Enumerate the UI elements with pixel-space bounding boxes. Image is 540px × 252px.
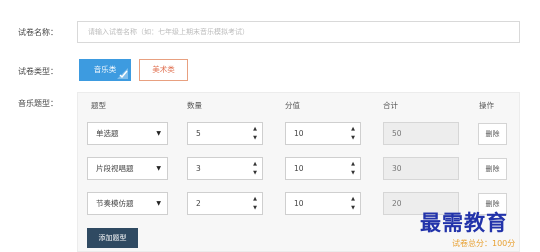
- quantity-stepper[interactable]: 5 ▲ ▼: [187, 122, 263, 145]
- question-type-select[interactable]: 片段视唱题 ▼: [87, 157, 168, 180]
- caret-down-icon: ▼: [156, 200, 161, 207]
- caret-down-icon: ▼: [156, 165, 161, 172]
- score-stepper[interactable]: 10 ▲ ▼: [285, 122, 361, 145]
- quantity-value: 3: [196, 164, 201, 173]
- question-type-value: 节奏模仿题: [96, 199, 134, 208]
- score-value: 10: [294, 164, 304, 173]
- header-action: 操作: [479, 101, 494, 110]
- stepper-arrows-icon[interactable]: ▲ ▼: [252, 196, 258, 211]
- music-question-label: 音乐题型：: [18, 99, 58, 108]
- stepper-arrows-icon[interactable]: ▲ ▼: [350, 126, 356, 141]
- row-total-field: 30: [383, 157, 459, 180]
- check-icon: [117, 68, 128, 79]
- score-stepper[interactable]: 10 ▲ ▼: [285, 157, 361, 180]
- row-total-field: 50: [383, 122, 459, 145]
- header-quantity: 数量: [187, 101, 202, 110]
- header-total: 合计: [383, 101, 398, 110]
- question-type-select[interactable]: 节奏模仿题 ▼: [87, 192, 168, 215]
- paper-name-label: 试卷名称：: [18, 28, 58, 37]
- question-type-select[interactable]: 单选题 ▼: [87, 122, 168, 145]
- type-music-button[interactable]: 音乐类: [79, 59, 131, 81]
- header-score: 分值: [285, 101, 300, 110]
- type-art-button[interactable]: 美术类: [139, 59, 188, 81]
- stepper-arrows-icon[interactable]: ▲ ▼: [252, 126, 258, 141]
- paper-name-input[interactable]: 请输入试卷名称（如：七年级上期末音乐模拟考试）: [77, 21, 520, 43]
- quantity-stepper[interactable]: 3 ▲ ▼: [187, 157, 263, 180]
- quantity-value: 5: [196, 129, 201, 138]
- type-music-label: 音乐类: [93, 65, 117, 74]
- delete-button[interactable]: 删除: [478, 158, 507, 180]
- stepper-arrows-icon[interactable]: ▲ ▼: [350, 161, 356, 176]
- paper-total-score: 试卷总分：100分: [452, 239, 516, 248]
- quantity-stepper[interactable]: 2 ▲ ▼: [187, 192, 263, 215]
- score-value: 10: [294, 199, 304, 208]
- score-value: 10: [294, 129, 304, 138]
- score-stepper[interactable]: 10 ▲ ▼: [285, 192, 361, 215]
- header-type: 题型: [91, 101, 106, 110]
- caret-down-icon: ▼: [156, 130, 161, 137]
- delete-button[interactable]: 删除: [478, 123, 507, 145]
- paper-type-label: 试卷类型：: [18, 67, 58, 76]
- stepper-arrows-icon[interactable]: ▲ ▼: [350, 196, 356, 211]
- question-type-value: 片段视唱题: [96, 164, 134, 173]
- question-type-value: 单选题: [96, 129, 119, 138]
- watermark-logo: 最需教育: [420, 210, 508, 235]
- add-question-type-button[interactable]: 添加题型: [87, 228, 138, 248]
- quantity-value: 2: [196, 199, 201, 208]
- stepper-arrows-icon[interactable]: ▲ ▼: [252, 161, 258, 176]
